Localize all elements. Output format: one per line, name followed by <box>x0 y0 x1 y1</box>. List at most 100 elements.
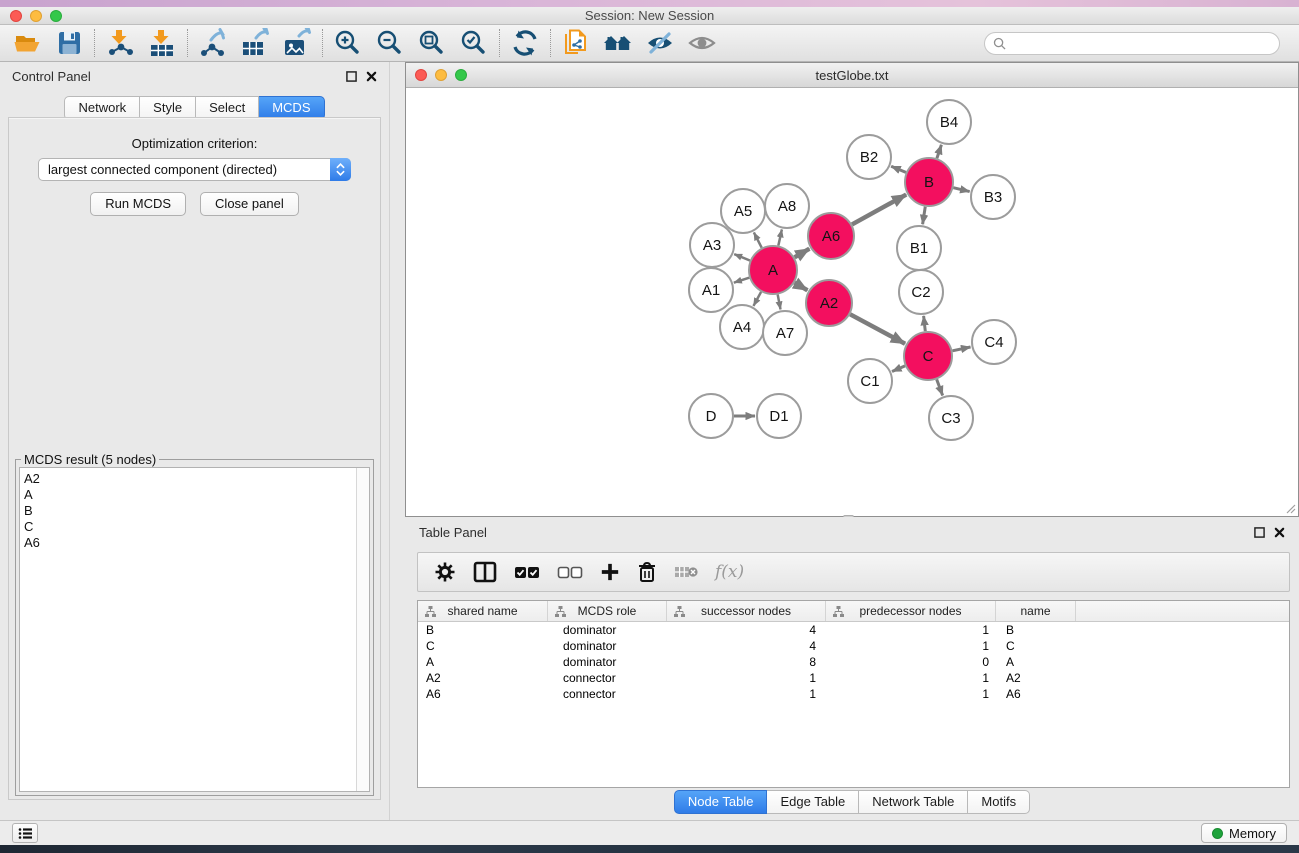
cell-shared-name[interactable]: C <box>418 638 548 654</box>
hide-details-icon[interactable] <box>645 28 675 58</box>
edge-A-A5[interactable] <box>754 232 762 247</box>
result-item-c[interactable]: C <box>24 519 369 535</box>
column-header-shared-name[interactable]: shared name <box>418 601 548 621</box>
table-row-a[interactable]: Adominator80A <box>418 654 1289 670</box>
edge-C-C2[interactable] <box>924 316 926 331</box>
table-row-a2[interactable]: A2connector11A2 <box>418 670 1289 686</box>
optimization-criterion-dropdown[interactable]: largest connected component (directed) <box>38 158 351 181</box>
cell-mcds-role[interactable]: dominator <box>548 638 667 654</box>
cell-mcds-role[interactable]: dominator <box>548 654 667 670</box>
cell-name[interactable]: B <box>996 622 1076 638</box>
table-row-c[interactable]: Cdominator41C <box>418 638 1289 654</box>
table-row-a6[interactable]: A6connector11A6 <box>418 686 1289 702</box>
home-icon[interactable] <box>603 28 633 58</box>
close-panel-icon[interactable] <box>366 71 377 82</box>
network-window-titlebar[interactable]: testGlobe.txt <box>406 63 1298 88</box>
edge-A6-B[interactable] <box>852 195 906 225</box>
cell-shared-name[interactable]: B <box>418 622 548 638</box>
cell-name[interactable]: A6 <box>996 686 1076 702</box>
cell-mcds-role[interactable]: dominator <box>548 622 667 638</box>
result-item-a2[interactable]: A2 <box>24 471 369 487</box>
cell-shared-name[interactable]: A2 <box>418 670 548 686</box>
edge-A2-C[interactable] <box>850 314 905 343</box>
export-table-icon[interactable] <box>240 28 270 58</box>
edge-A-A2[interactable] <box>795 283 808 291</box>
zoom-selected-icon[interactable] <box>459 28 489 58</box>
column-header-mcds-role[interactable]: MCDS role <box>548 601 667 621</box>
clone-network-icon[interactable] <box>561 28 591 58</box>
result-item-a6[interactable]: A6 <box>24 535 369 551</box>
result-list-scrollbar[interactable] <box>356 468 369 791</box>
result-item-a[interactable]: A <box>24 487 369 503</box>
zoom-in-icon[interactable] <box>333 28 363 58</box>
delete-table-icon[interactable] <box>674 565 698 579</box>
search-input[interactable] <box>1011 36 1271 50</box>
edge-A-A1[interactable] <box>734 278 749 283</box>
tab-motifs[interactable]: Motifs <box>968 790 1030 814</box>
tab-edge-table[interactable]: Edge Table <box>767 790 859 814</box>
edge-C-C3[interactable] <box>937 379 943 395</box>
close-panel-button[interactable]: Close panel <box>200 192 299 216</box>
export-image-icon[interactable] <box>282 28 312 58</box>
zoom-fit-icon[interactable] <box>417 28 447 58</box>
cell-predecessor-nodes[interactable]: 1 <box>826 686 996 702</box>
table-row-b[interactable]: Bdominator41B <box>418 622 1289 638</box>
delete-column-icon[interactable] <box>637 561 657 583</box>
edge-A-A6[interactable] <box>795 249 810 258</box>
import-network-icon[interactable] <box>105 28 135 58</box>
edge-A-A3[interactable] <box>734 254 750 260</box>
memory-button[interactable]: Memory <box>1201 823 1287 843</box>
tab-network-table[interactable]: Network Table <box>859 790 968 814</box>
column-visibility-icon[interactable] <box>473 561 497 583</box>
zoom-out-icon[interactable] <box>375 28 405 58</box>
cell-successor-nodes[interactable]: 4 <box>667 622 826 638</box>
cell-successor-nodes[interactable]: 4 <box>667 638 826 654</box>
export-network-icon[interactable] <box>198 28 228 58</box>
cell-successor-nodes[interactable]: 1 <box>667 670 826 686</box>
import-table-icon[interactable] <box>147 28 177 58</box>
edge-A-A4[interactable] <box>753 292 761 306</box>
cell-predecessor-nodes[interactable]: 1 <box>826 638 996 654</box>
float-panel-icon[interactable] <box>1254 527 1265 538</box>
edge-B-B3[interactable] <box>953 188 969 192</box>
column-header-name[interactable]: name <box>996 601 1076 621</box>
network-graph[interactable]: B4B2BB3A5A8A6A3AB1A1C2A4A7A2CC4C1C3DD1 <box>406 88 1298 516</box>
deselect-all-icon[interactable] <box>557 566 583 579</box>
mcds-result-list[interactable]: A2ABCA6 <box>19 467 370 792</box>
float-panel-icon[interactable] <box>346 71 357 82</box>
edge-B-B2[interactable] <box>891 166 906 172</box>
edge-C-C1[interactable] <box>892 366 905 372</box>
cell-shared-name[interactable]: A <box>418 654 548 670</box>
close-panel-icon[interactable] <box>1274 527 1285 538</box>
run-mcds-button[interactable]: Run MCDS <box>90 192 186 216</box>
column-header-successor-nodes[interactable]: successor nodes <box>667 601 826 621</box>
search-field[interactable] <box>984 32 1280 55</box>
open-file-icon[interactable] <box>12 28 42 58</box>
apply-layout-icon[interactable] <box>510 28 540 58</box>
column-header-predecessor-nodes[interactable]: predecessor nodes <box>826 601 996 621</box>
network-canvas[interactable]: B4B2BB3A5A8A6A3AB1A1C2A4A7A2CC4C1C3DD1 <box>406 88 1298 516</box>
table-settings-icon[interactable] <box>434 561 456 583</box>
edge-C-C4[interactable] <box>952 347 970 351</box>
cell-shared-name[interactable]: A6 <box>418 686 548 702</box>
task-history-button[interactable] <box>12 823 38 843</box>
edge-B-B4[interactable] <box>937 145 942 159</box>
show-details-icon[interactable] <box>687 28 717 58</box>
cell-name[interactable]: C <box>996 638 1076 654</box>
edge-A-A8[interactable] <box>778 229 782 245</box>
cell-name[interactable]: A <box>996 654 1076 670</box>
cell-mcds-role[interactable]: connector <box>548 686 667 702</box>
window-resize-grip[interactable] <box>1284 502 1296 514</box>
cell-name[interactable]: A2 <box>996 670 1076 686</box>
cell-successor-nodes[interactable]: 8 <box>667 654 826 670</box>
cell-mcds-role[interactable]: connector <box>548 670 667 686</box>
edge-A-A7[interactable] <box>778 295 781 310</box>
select-all-icon[interactable] <box>514 566 540 579</box>
result-item-b[interactable]: B <box>24 503 369 519</box>
add-column-icon[interactable] <box>600 562 620 582</box>
tab-node-table[interactable]: Node Table <box>674 790 768 814</box>
cell-predecessor-nodes[interactable]: 1 <box>826 670 996 686</box>
edge-B-B1[interactable] <box>923 207 926 225</box>
cell-predecessor-nodes[interactable]: 1 <box>826 622 996 638</box>
cell-successor-nodes[interactable]: 1 <box>667 686 826 702</box>
